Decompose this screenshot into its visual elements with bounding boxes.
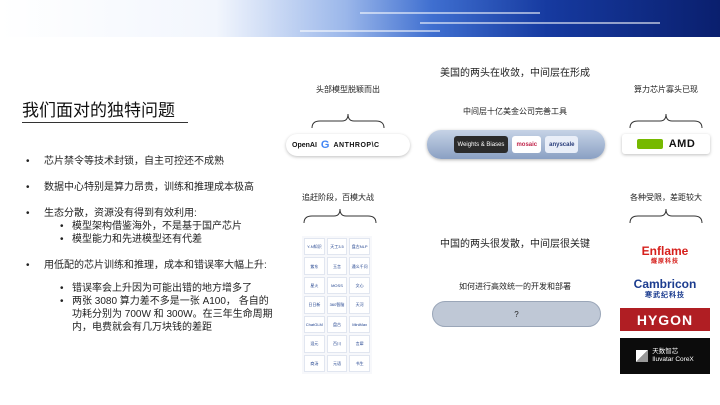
model-cell: 盘古NLP bbox=[349, 238, 370, 256]
bullet-item: 用低配的芯片训练和推理，成本和错误率大幅上升: 错误率会上升因为可能出错的地方增… bbox=[26, 259, 276, 334]
top-models-brace bbox=[311, 113, 385, 129]
enflame-name-cn: 燧原科技 bbox=[650, 259, 679, 265]
amd-logo: AMD bbox=[668, 138, 696, 150]
page-title: 我们面对的独特问题 bbox=[22, 101, 175, 120]
openai-logo: OpenAI bbox=[292, 141, 317, 149]
sub-bullet: 模型能力和先进模型还有代差 bbox=[54, 233, 276, 246]
bullet-list: 芯片禁令等技术封锁，自主可控还不成熟 数据中心特别是算力昂贵，训练和推理成本极高… bbox=[26, 155, 276, 347]
nvidia-logo bbox=[636, 139, 663, 149]
anthropic-logo: ANTHROP\C bbox=[333, 141, 380, 149]
sub-bullet: 错误率会上升因为可能出错的地方增多了 bbox=[54, 282, 276, 295]
model-cell: 言犀 bbox=[349, 335, 370, 353]
iluvatar-logo: 天数智芯 Iluvatar CoreX bbox=[620, 338, 710, 374]
banner-streak bbox=[420, 22, 660, 24]
model-cell: 紫东 bbox=[304, 257, 325, 275]
sub-bullet: 两张 3080 算力差不多是一张 A100， 各自的功耗分别为 700W 和 3… bbox=[54, 295, 276, 334]
top-models-label: 头部模型脱颖而出 bbox=[316, 85, 380, 94]
bullet-item: 数据中心特别是算力昂贵，训练和推理成本极高 bbox=[26, 181, 276, 194]
hygon-logo: HYGON bbox=[620, 308, 710, 331]
constraint-brace bbox=[629, 208, 703, 224]
us-tools-logos: Weights & Biases mosaic anyscale bbox=[427, 130, 605, 159]
model-cell: 日日新 bbox=[304, 296, 325, 314]
bullet-text: 用低配的芯片训练和推理，成本和错误率大幅上升: bbox=[44, 260, 267, 271]
model-cell: ChatGLM bbox=[304, 315, 325, 334]
model-cell: 360智脑 bbox=[326, 296, 348, 314]
google-logo: G bbox=[320, 139, 330, 151]
unified-deploy-question: ? bbox=[432, 301, 601, 327]
chip-brace bbox=[629, 113, 703, 129]
us-heading: 美国的两头在收敛，中间层在形成 bbox=[440, 68, 590, 79]
cn-model-grid: Y-N知识 天工3.5 盘古NLP 紫东 玉言 通义千问 星火 MOSS 文心 … bbox=[302, 236, 372, 374]
model-cell: MOSS bbox=[326, 276, 348, 295]
model-cell: 文心 bbox=[349, 276, 370, 295]
wandb-logo: Weights & Biases bbox=[453, 136, 509, 153]
cambricon-name-cn: 寒武纪科技 bbox=[645, 292, 685, 299]
model-cell: 星火 bbox=[304, 276, 325, 295]
chase-brace bbox=[303, 208, 377, 224]
model-cell: 玉言 bbox=[326, 257, 348, 275]
anyscale-logo: anyscale bbox=[545, 136, 579, 153]
banner-streak bbox=[360, 12, 540, 14]
model-cell: 商汤 bbox=[304, 354, 325, 372]
model-cell: 混元 bbox=[304, 335, 325, 353]
model-cell: Y-N知识 bbox=[304, 238, 325, 256]
cambricon-name: Cambricon bbox=[633, 277, 697, 291]
sub-bullet: 模型架构借鉴海外，不是基于国产芯片 bbox=[54, 220, 276, 233]
bullet-item: 芯片禁令等技术封锁，自主可控还不成熟 bbox=[26, 155, 276, 168]
cambricon-logo: Cambricon 寒武纪科技 bbox=[620, 276, 710, 304]
us-model-logos: OpenAI G ANTHROP\C bbox=[286, 134, 410, 156]
bullet-item: 生态分散，资源没有得到有效利用: 模型架构借鉴海外，不是基于国产芯片 模型能力和… bbox=[26, 207, 276, 246]
model-cell: 天工3.5 bbox=[326, 238, 348, 256]
model-cell: 通义千问 bbox=[349, 257, 370, 275]
constraint-label: 各种受限，差距较大 bbox=[630, 193, 702, 202]
question-label: 如何进行高效统一的开发和部署 bbox=[459, 282, 571, 291]
chase-label: 追赶阶段，百模大战 bbox=[302, 193, 374, 202]
model-cell: 书生 bbox=[349, 354, 370, 372]
banner-streak bbox=[300, 30, 440, 32]
enflame-name: Enflame bbox=[641, 244, 689, 258]
bullet-text: 数据中心特别是算力昂贵，训练和推理成本极高 bbox=[44, 182, 254, 193]
model-cell: 盘古 bbox=[326, 315, 348, 334]
title-underline bbox=[22, 122, 188, 123]
mosaic-logo: mosaic bbox=[512, 136, 542, 153]
middle-layer-label: 中间层十亿美金公司完善工具 bbox=[463, 107, 567, 116]
model-cell: 百川 bbox=[326, 335, 348, 353]
model-cell: 天河 bbox=[349, 296, 370, 314]
iluvatar-name: Iluvatar CoreX bbox=[652, 356, 694, 363]
iluvatar-mark-icon bbox=[636, 350, 649, 362]
chip-oligopoly-label: 算力芯片寡头已现 bbox=[634, 85, 698, 94]
cn-heading: 中国的两头很发散，中间层很关键 bbox=[440, 239, 590, 250]
header-banner bbox=[0, 0, 720, 37]
us-chip-logos: AMD bbox=[622, 134, 710, 154]
model-cell: 元语 bbox=[326, 354, 348, 372]
model-cell: MiniMax bbox=[349, 315, 370, 334]
enflame-logo: Enflame 燧原科技 bbox=[620, 244, 710, 270]
iluvatar-name-cn: 天数智芯 bbox=[652, 348, 679, 355]
bullet-text: 芯片禁令等技术封锁，自主可控还不成熟 bbox=[44, 156, 224, 167]
bullet-text: 生态分散，资源没有得到有效利用: bbox=[44, 208, 197, 219]
